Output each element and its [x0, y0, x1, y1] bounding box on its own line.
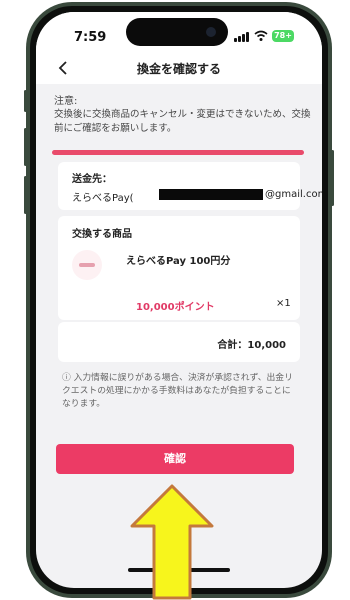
power-button [331, 150, 334, 206]
status-bar: 7:59 78+ [36, 12, 322, 52]
wifi-icon [254, 30, 268, 41]
redacted-email [159, 189, 263, 200]
item-points: 10,000ポイント [136, 302, 215, 313]
status-time: 7:59 [74, 30, 107, 45]
notice-text: 交換後に交換商品のキャンセル・変更はできないため、交換前にご確認をお願いします。 [54, 109, 311, 134]
side-button [24, 90, 27, 112]
confirm-button[interactable]: 確認 [56, 444, 294, 474]
item-card: 交換する商品 えらべるPay 100円分 10,000ポイント ×1 [58, 216, 300, 320]
item-section-label: 交換する商品 [72, 229, 132, 240]
page-title: 換金を確認する [136, 62, 221, 76]
recipient-suffix: @gmail.com) [265, 189, 322, 200]
notice-label: 注意: [54, 96, 78, 107]
recipient-label: 送金先： [72, 174, 112, 185]
recipient-card: 送金先： えらべるPay( @gmail.com) [58, 162, 322, 210]
total-amount: 合計：10,000 [217, 340, 286, 351]
arrow-up-icon [130, 484, 214, 600]
disclaimer-text: ⓘ 入力情報に誤りがある場合、決済が承認されず、出金リクエストの処理にかかる手数… [62, 373, 293, 409]
volume-down-button [24, 176, 27, 214]
total-card: 合計：10,000 [58, 322, 300, 362]
notice-section: 注意: 交換後に交換商品のキャンセル・変更はできないため、交換前にご確認をお願い… [36, 84, 322, 160]
nav-bar: 換金を確認する [36, 52, 322, 84]
item-name: えらべるPay 100円分 [126, 256, 231, 267]
battery-icon: 78+ [272, 30, 294, 42]
product-thumbnail [72, 250, 102, 280]
recipient-prefix: えらべるPay( [72, 193, 134, 204]
highlight-underline [52, 150, 304, 155]
signal-icon [234, 32, 250, 42]
item-quantity: ×1 [276, 298, 291, 309]
camera-icon [206, 27, 216, 37]
volume-up-button [24, 128, 27, 166]
